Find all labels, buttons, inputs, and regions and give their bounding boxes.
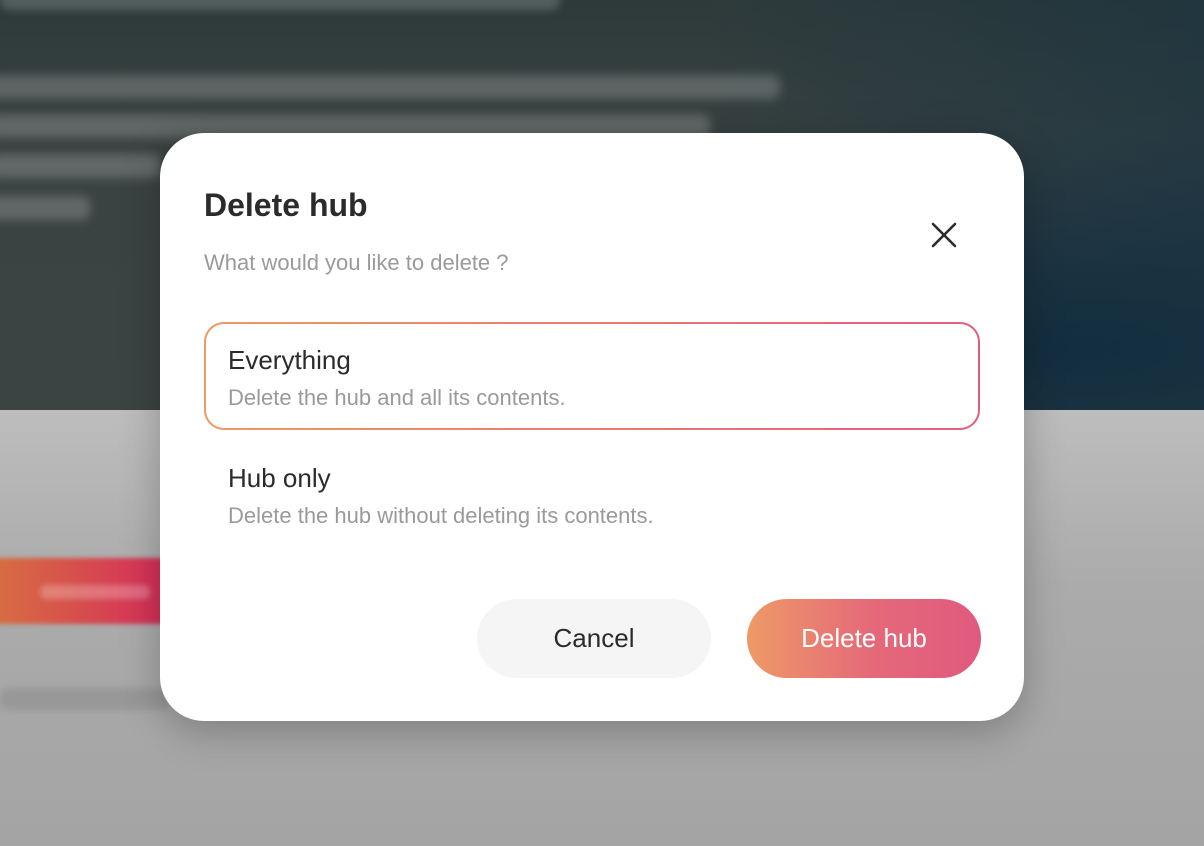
background-text-blur [0,688,170,710]
option-title: Everything [228,345,351,375]
close-button[interactable] [924,215,964,255]
delete-hub-button[interactable]: Delete hub [747,599,981,678]
background-button-label-blur [40,585,150,599]
background-text-line [0,154,160,178]
option-description: Delete the hub without deleting its cont… [228,503,654,528]
cancel-button[interactable]: Cancel [477,599,711,678]
option-everything[interactable]: Everything Delete the hub and all its co… [204,322,980,430]
close-icon [931,222,957,248]
option-title: Hub only [228,463,331,493]
background-text-line [0,196,90,220]
dialog-subtitle: What would you like to delete ? [204,250,509,275]
option-description: Delete the hub and all its contents. [228,385,566,410]
background-title-blur [0,0,560,10]
dialog-title: Delete hub [204,187,368,223]
option-hub-only[interactable]: Hub only Delete the hub without deleting… [204,440,980,548]
page: Delete hub What would you like to delete… [0,0,1204,846]
background-text-line [0,75,780,99]
delete-hub-dialog: Delete hub What would you like to delete… [160,133,1024,721]
